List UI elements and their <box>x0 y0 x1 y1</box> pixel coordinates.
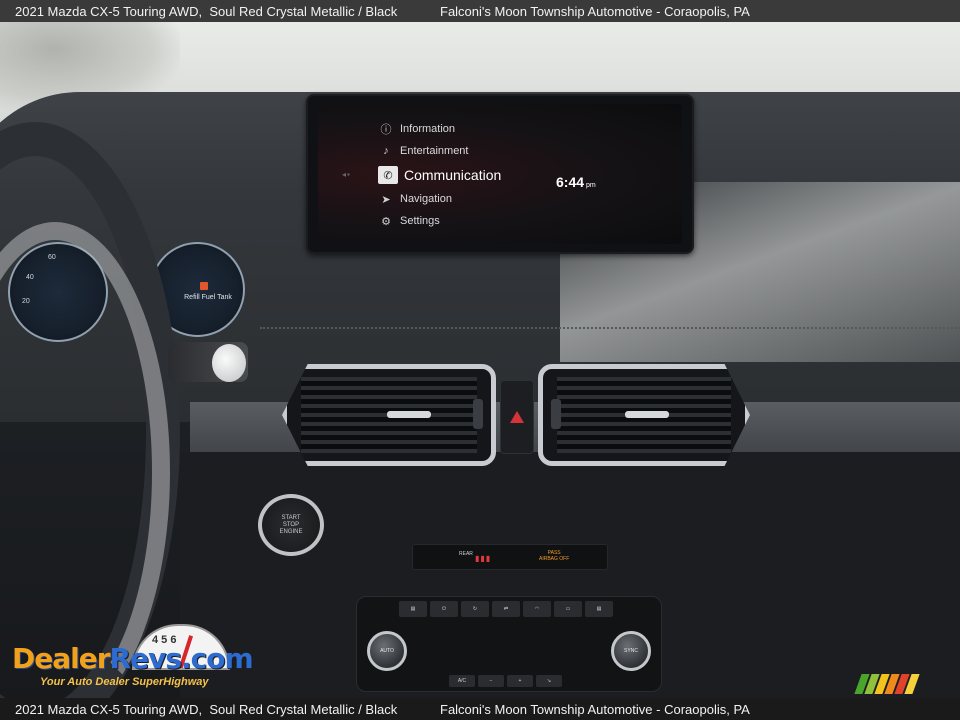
hazard-triangle-icon <box>510 411 524 423</box>
right-air-vent[interactable] <box>538 364 750 466</box>
hazard-button[interactable] <box>500 380 534 454</box>
front-defrost-button[interactable]: ◠ <box>523 601 551 617</box>
fan-up-button[interactable]: + <box>507 675 533 687</box>
menu-item-label: Information <box>400 123 456 135</box>
menu-item-information[interactable]: ⓘ Information <box>378 118 578 140</box>
caption-vehicle: 2021 Mazda CX-5 Touring AWD, Soul Red Cr… <box>15 701 398 717</box>
caption-vehicle: 2021 Mazda CX-5 Touring AWD, Soul Red Cr… <box>15 3 398 19</box>
logo-tagline: Your Auto Dealer SuperHighway <box>40 676 209 688</box>
sync-label: SYNC <box>624 648 638 654</box>
rear-seatbelt-icon: ▮▮▮ <box>475 554 492 563</box>
fan-down-button[interactable]: − <box>478 675 504 687</box>
caption-top-bar: 2021 Mazda CX-5 Touring AWD, Soul Red Cr… <box>0 0 960 22</box>
left-air-vent[interactable] <box>282 364 496 466</box>
dealerrevs-watermark-logo: 4 5 6 DealerRevs.com Your Auto Dealer Su… <box>12 622 262 694</box>
menu-item-communication[interactable]: ✆ Communication <box>378 162 578 188</box>
power-button[interactable]: ⏻ <box>430 601 458 617</box>
menu-item-label: Settings <box>400 215 440 227</box>
menu-item-navigation[interactable]: ➤ Navigation <box>378 188 578 210</box>
vent-adjust-tab[interactable] <box>625 411 669 418</box>
auto-label: AUTO <box>380 648 394 654</box>
mode-button[interactable]: ↘ <box>536 675 562 687</box>
menu-item-label: Communication <box>404 167 502 183</box>
vent-adjust-tab[interactable] <box>387 411 431 418</box>
color-stripes-logo <box>854 674 920 694</box>
navigation-arrow-icon: ➤ <box>381 193 391 206</box>
status-indicator-strip: REAR ▮▮▮ PASS AIRBAG OFF <box>412 544 608 570</box>
logo-part-com: .com <box>181 642 254 675</box>
music-note-icon: ♪ <box>383 145 389 157</box>
start-label: START <box>281 514 301 521</box>
airbag-off-label: AIRBAG OFF <box>539 556 570 562</box>
logo-wordmark: DealerRevs.com <box>12 642 254 675</box>
logo-part-revs: Revs <box>109 642 182 675</box>
menu-item-entertainment[interactable]: ♪ Entertainment <box>378 140 578 162</box>
dash-stitching <box>260 327 960 329</box>
fuel-warning-icon <box>200 282 208 290</box>
ac-button[interactable]: A/C <box>449 675 475 687</box>
climate-bottom-buttons: A/C − + ↘ <box>449 675 562 687</box>
heated-seat-right-button[interactable]: ▤ <box>585 601 613 617</box>
temp-knob-left[interactable]: AUTO <box>367 631 407 671</box>
rear-label: REAR <box>459 551 473 557</box>
infotainment-menu: ⓘ Information ♪ Entertainment ✆ Communic… <box>378 118 578 232</box>
infotainment-screen: ◂▪ ⓘ Information ♪ Entertainment ✆ Commu… <box>306 94 694 254</box>
info-icon: ⓘ <box>380 124 392 136</box>
caption-dealer: Falconi's Moon Township Automotive - Cor… <box>440 701 750 717</box>
engine-label: ENGINE <box>279 528 303 535</box>
fresh-air-button[interactable]: ⇄ <box>492 601 520 617</box>
stop-label: STOP <box>282 521 300 528</box>
gear-icon: ⚙ <box>381 215 391 228</box>
phone-icon: ✆ <box>378 166 398 184</box>
wiper-stalk-tip[interactable] <box>212 344 246 382</box>
caption-bottom-bar: 2021 Mazda CX-5 Touring AWD, Soul Red Cr… <box>0 698 960 720</box>
caption-dealer: Falconi's Moon Township Automotive - Cor… <box>440 3 750 19</box>
climate-control-panel: ▤ ⏻ ↻ ⇄ ◠ ▭ ▤ AUTO SYNC A/C − + ↘ <box>356 596 662 692</box>
vent-thumbwheel[interactable] <box>551 399 561 429</box>
temp-knob-right[interactable]: SYNC <box>611 631 651 671</box>
recirculate-button[interactable]: ↻ <box>461 601 489 617</box>
dashboard-photo: ◂▪ ⓘ Information ♪ Entertainment ✆ Commu… <box>0 22 960 698</box>
rear-defrost-button[interactable]: ▭ <box>554 601 582 617</box>
fuel-warning-text: Refill Fuel Tank <box>184 294 232 301</box>
heated-seat-left-button[interactable]: ▤ <box>399 601 427 617</box>
logo-part-dealer: Dealer <box>12 642 111 675</box>
climate-top-buttons: ▤ ⏻ ↻ ⇄ ◠ ▭ ▤ <box>399 601 613 617</box>
vent-thumbwheel[interactable] <box>473 399 483 429</box>
passenger-airbag-indicator: PASS AIRBAG OFF <box>539 550 569 562</box>
menu-item-settings[interactable]: ⚙ Settings <box>378 210 578 232</box>
start-stop-button[interactable]: START STOP ENGINE <box>258 494 324 556</box>
menu-item-label: Navigation <box>400 193 452 205</box>
clock-time: 6:44 <box>556 174 585 190</box>
ac-label: A/C <box>457 678 467 684</box>
menu-item-label: Entertainment <box>400 145 469 157</box>
screen-display: ◂▪ ⓘ Information ♪ Entertainment ✆ Commu… <box>318 104 682 244</box>
menu-page-dots: ◂▪ <box>342 170 351 179</box>
clock-ampm: pm <box>586 182 596 189</box>
clock: 6:44 pm <box>556 174 596 190</box>
